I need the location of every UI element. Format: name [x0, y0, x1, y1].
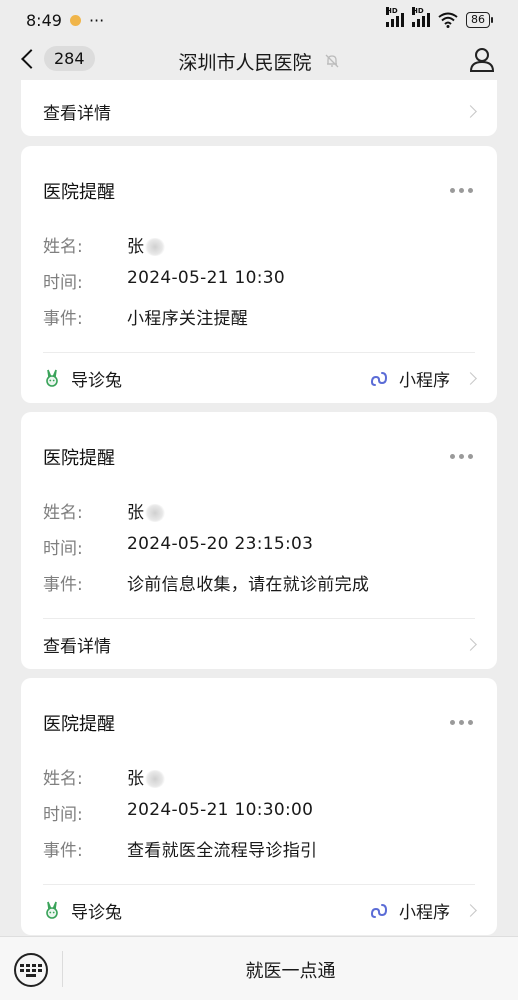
row-value: 2024-05-20 23:15:03 [127, 534, 314, 554]
card-title: 医院提醒 [43, 714, 115, 735]
chevron-right-icon [464, 637, 477, 651]
miniprogram-icon [371, 372, 388, 386]
rabbit-icon [46, 901, 58, 919]
unread-count-badge: 284 [44, 46, 95, 71]
menu-item-button[interactable]: 就医一点通 [63, 957, 518, 983]
row-value: 2024-05-21 10:30 [127, 268, 285, 288]
row-value: 2024-05-21 10:30:00 [127, 800, 314, 820]
chevron-left-icon [21, 48, 41, 69]
battery-icon: 86 [466, 12, 493, 28]
signal-1-icon: HD [386, 7, 404, 27]
row-label: 时间: [43, 805, 83, 825]
row-value: 小程序关注提醒 [127, 309, 249, 329]
miniprogram-footer[interactable]: 导诊兔 小程序 [43, 895, 477, 925]
info-row-time: 时间: 2024-05-21 10:30 [43, 268, 285, 293]
info-row-name: 姓名: 张 [43, 498, 166, 523]
card-title: 医院提醒 [43, 448, 115, 469]
info-row-time: 时间: 2024-05-20 23:15:03 [43, 534, 313, 559]
profile-icon[interactable] [468, 46, 496, 74]
info-row-name: 姓名: 张 [43, 232, 166, 257]
chevron-right-icon [464, 903, 477, 917]
row-value: 查看就医全流程导诊指引 [127, 841, 318, 861]
view-details-row[interactable]: 查看详情 [43, 629, 477, 659]
row-value: 张 [127, 232, 166, 257]
miniprogram-label: 小程序 [399, 902, 450, 923]
chat-header: 284 深圳市人民医院 [0, 40, 518, 82]
page-title-text: 深圳市人民医院 [178, 51, 312, 74]
signal-2-icon: HD [412, 7, 430, 27]
divider [43, 618, 475, 619]
row-label: 姓名: [43, 769, 83, 789]
info-row-event: 事件: 查看就医全流程导诊指引 [43, 836, 317, 861]
row-value: 张 [127, 764, 166, 789]
miniprogram-footer[interactable]: 导诊兔 小程序 [43, 363, 477, 393]
miniprogram-tag: 小程序 [369, 898, 477, 923]
row-label: 时间: [43, 273, 83, 293]
message-card[interactable]: 医院提醒 姓名: 张 时间: 2024-05-21 10:30 事件: 小程序关… [21, 146, 497, 403]
row-label: 姓名: [43, 237, 83, 257]
info-row-name: 姓名: 张 [43, 764, 166, 789]
row-label: 姓名: [43, 503, 83, 523]
info-row-time: 时间: 2024-05-21 10:30:00 [43, 800, 313, 825]
rabbit-icon [46, 369, 58, 387]
row-value: 诊前信息收集，请在就诊前完成 [127, 575, 370, 595]
notification-app-icon [69, 14, 81, 26]
divider [43, 884, 475, 885]
message-card[interactable]: 医院提醒 姓名: 张 时间: 2024-05-20 23:15:03 事件: 诊… [21, 412, 497, 669]
info-row-event: 事件: 小程序关注提醒 [43, 304, 248, 329]
status-left: 8:49 ··· [26, 11, 104, 30]
status-more-dots: ··· [88, 10, 105, 30]
row-label: 事件: [43, 309, 83, 329]
row-label: 时间: [43, 539, 83, 559]
more-options-icon[interactable] [450, 454, 473, 459]
miniprogram-label: 小程序 [399, 370, 450, 391]
row-value: 张 [127, 498, 166, 523]
chevron-right-icon [464, 104, 477, 118]
muted-bell-icon [325, 54, 338, 68]
card-title: 医院提醒 [43, 182, 115, 203]
chevron-right-icon [464, 371, 477, 385]
message-card[interactable]: 医院提醒 姓名: 张 时间: 2024-05-21 10:30:00 事件: 查… [21, 678, 497, 935]
view-details-label: 查看详情 [43, 103, 111, 124]
miniprogram-source: 导诊兔 [43, 898, 122, 923]
status-bar: 8:49 ··· HD HD 86 [0, 0, 518, 40]
view-details-row[interactable]: 查看详情 [43, 96, 477, 126]
message-card-partial[interactable]: 查看详情 [21, 80, 497, 136]
view-details-label: 查看详情 [43, 636, 111, 657]
hd-label-1: HD [386, 7, 398, 15]
divider [43, 352, 475, 353]
miniprogram-icon [371, 904, 388, 918]
row-label: 事件: [43, 575, 83, 595]
info-row-event: 事件: 诊前信息收集，请在就诊前完成 [43, 570, 369, 595]
page-title: 深圳市人民医院 [178, 48, 339, 75]
miniprogram-source: 导诊兔 [43, 366, 122, 391]
keyboard-toggle-icon[interactable] [14, 953, 48, 987]
hd-label-2: HD [412, 7, 424, 15]
status-time: 8:49 [26, 10, 62, 30]
bottom-menu-bar: 就医一点通 [0, 936, 518, 1000]
row-label: 事件: [43, 841, 83, 861]
wifi-icon [438, 12, 458, 28]
more-options-icon[interactable] [450, 720, 473, 725]
miniprogram-tag: 小程序 [369, 366, 477, 391]
more-options-icon[interactable] [450, 188, 473, 193]
miniprogram-name: 导诊兔 [71, 370, 122, 391]
back-button[interactable]: 284 [18, 46, 95, 71]
status-right: HD HD 86 [386, 7, 493, 28]
miniprogram-name: 导诊兔 [71, 902, 122, 923]
